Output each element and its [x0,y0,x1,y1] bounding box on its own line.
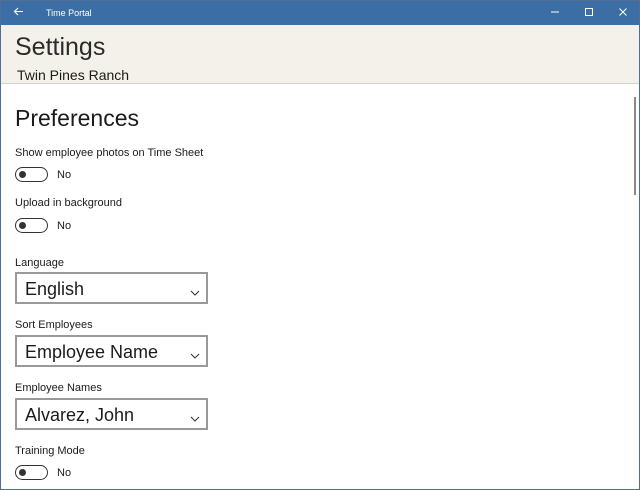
close-button[interactable] [605,1,639,25]
training-mode-state: No [57,467,72,479]
sort-employees-dropdown[interactable]: Employee Name [15,335,208,367]
upload-background-state: No [57,220,72,232]
maximize-icon [584,4,594,22]
title-bar: Time Portal [1,1,639,25]
close-icon [618,4,628,22]
toggle-knob [19,170,26,178]
language-label: Language [15,257,64,269]
minimize-button[interactable] [537,1,573,25]
show-photos-toggle[interactable] [15,167,48,182]
back-button[interactable] [1,1,35,25]
training-mode-toggle[interactable] [15,465,48,480]
section-title-preferences: Preferences [15,105,140,131]
employee-names-value: Alvarez, John [25,405,135,425]
show-photos-label: Show employee photos on Time Sheet [15,147,204,159]
upload-background-label: Upload in background [15,197,123,209]
upload-background-toggle[interactable] [15,218,48,233]
page-title: Settings [15,33,106,61]
chevron-down-icon [190,410,200,422]
chevron-down-icon [190,347,200,359]
minimize-icon [550,4,560,22]
language-dropdown[interactable]: English [15,272,208,304]
arrow-left-icon [13,4,24,22]
sort-employees-label: Sort Employees [15,319,93,331]
organization-name: Twin Pines Ranch [17,67,130,83]
sort-employees-value: Employee Name [25,342,159,362]
training-mode-label: Training Mode [15,445,85,457]
scrollbar-thumb[interactable] [634,97,636,195]
app-title: Time Portal [46,8,92,18]
vertical-scrollbar[interactable] [632,85,638,489]
show-photos-state: No [57,169,72,181]
settings-content: Preferences Show employee photos on Time… [1,85,633,489]
employee-names-label: Employee Names [15,382,102,394]
toggle-knob [19,221,26,229]
page-header: Settings Twin Pines Ranch [1,25,639,84]
language-value: English [25,279,85,299]
toggle-knob [19,468,26,476]
app-window: Time Portal Settings Twin Pines Ranch Pr… [0,0,640,490]
maximize-button[interactable] [571,1,607,25]
employee-names-dropdown[interactable]: Alvarez, John [15,398,208,430]
chevron-down-icon [190,284,200,296]
